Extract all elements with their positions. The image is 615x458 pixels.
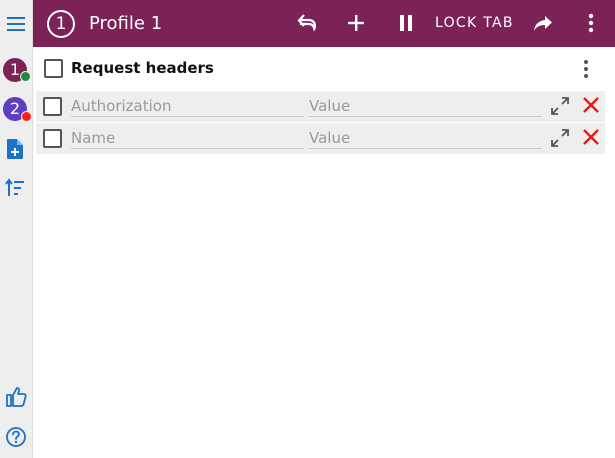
expand-icon (551, 129, 569, 147)
header-row (36, 123, 605, 154)
request-headers-section: Request headers (33, 52, 615, 86)
check-badge-icon (20, 71, 31, 82)
menu-button[interactable] (0, 0, 32, 47)
lock-tab-button[interactable]: LOCK TAB (435, 15, 514, 31)
sort-icon (5, 178, 24, 196)
add-file-icon (7, 139, 23, 159)
header-value-input[interactable] (309, 128, 542, 149)
help-icon (6, 427, 26, 447)
menu-icon (7, 16, 25, 31)
undo-icon (297, 14, 317, 32)
section-title: Request headers (71, 59, 214, 77)
remove-row-button[interactable] (580, 126, 602, 152)
section-more-button[interactable] (576, 58, 596, 84)
header-value-input[interactable] (309, 96, 542, 117)
expand-button[interactable] (549, 127, 571, 153)
sort-button[interactable] (5, 178, 25, 202)
pause-icon (400, 15, 412, 31)
row-enable-checkbox[interactable] (43, 129, 62, 148)
section-select-checkbox[interactable] (44, 59, 63, 78)
header-bar: 1 Profile 1 LOCK TAB (33, 0, 615, 47)
remove-row-button[interactable] (580, 94, 602, 120)
share-icon (534, 16, 552, 31)
plus-icon (348, 15, 364, 31)
expand-button[interactable] (549, 95, 571, 121)
more-vertical-icon (588, 13, 594, 33)
pause-button[interactable] (394, 11, 418, 39)
error-badge-icon (21, 111, 32, 122)
like-button[interactable] (5, 386, 27, 412)
thumbs-up-icon (6, 387, 27, 407)
header-row (36, 91, 605, 122)
help-button[interactable] (5, 426, 27, 452)
row-enable-checkbox[interactable] (43, 97, 62, 116)
add-file-button[interactable] (5, 138, 25, 164)
header-name-input[interactable] (71, 96, 304, 117)
header-name-input[interactable] (71, 128, 304, 149)
sidebar: 1 2 (0, 0, 33, 458)
profile-number-badge: 1 (47, 10, 75, 38)
close-icon (583, 129, 599, 145)
undo-button[interactable] (295, 11, 319, 39)
share-button[interactable] (531, 11, 555, 39)
profile-title[interactable]: Profile 1 (89, 13, 162, 35)
close-icon (583, 97, 599, 113)
expand-icon (551, 97, 569, 115)
add-button[interactable] (344, 11, 368, 39)
more-options-button[interactable] (579, 11, 603, 39)
more-vertical-icon (584, 60, 588, 78)
